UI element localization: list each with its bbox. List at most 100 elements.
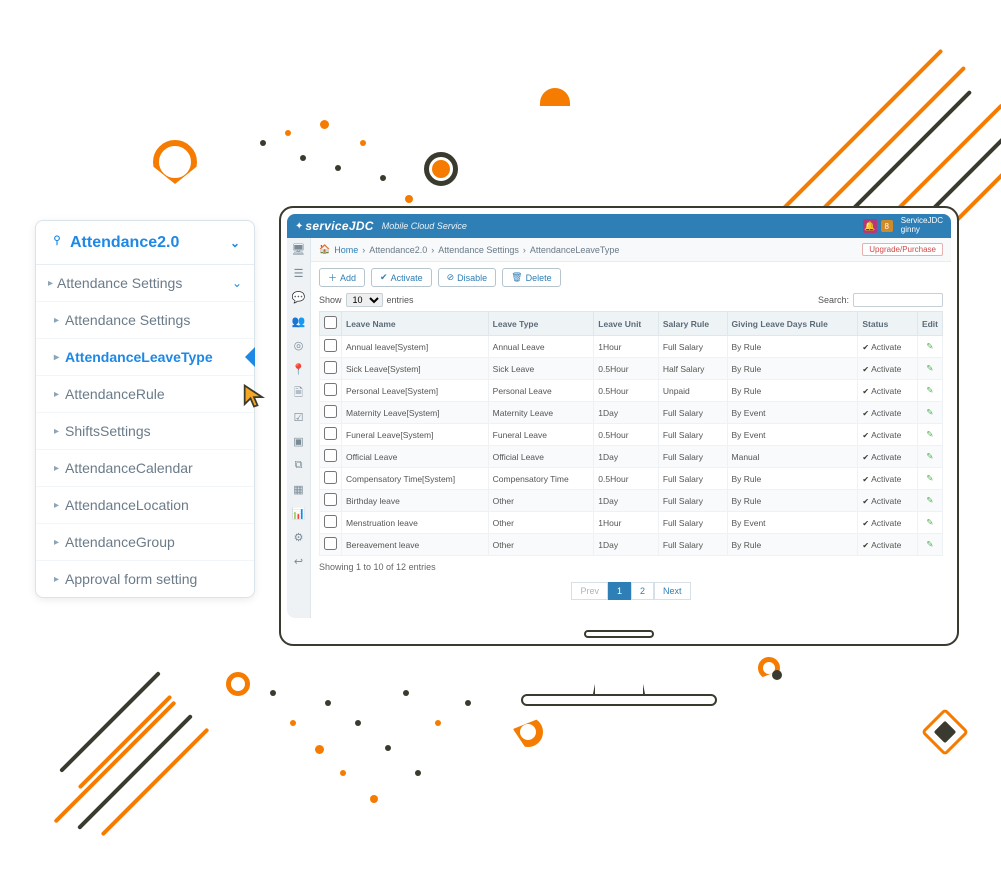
- disable-button[interactable]: ⊘Disable: [438, 268, 497, 287]
- upgrade-button[interactable]: Upgrade/Purchase: [862, 243, 943, 256]
- sidebar-item[interactable]: ▸AttendanceRule: [36, 375, 254, 412]
- col-salary[interactable]: Salary Rule: [658, 312, 727, 336]
- row-checkbox[interactable]: [324, 339, 337, 352]
- page-2[interactable]: 2: [631, 582, 654, 600]
- row-checkbox[interactable]: [324, 537, 337, 550]
- copy-icon[interactable]: ⧉: [292, 458, 306, 472]
- sidebar-root[interactable]: Attendance2.0 ⌄: [36, 221, 254, 265]
- row-checkbox[interactable]: [324, 405, 337, 418]
- row-checkbox[interactable]: [324, 493, 337, 506]
- gear-icon[interactable]: ⚙: [292, 530, 306, 544]
- entries-label: entries: [387, 295, 414, 305]
- pin-icon[interactable]: 📍: [292, 362, 306, 376]
- row-checkbox[interactable]: [324, 515, 337, 528]
- chat-icon[interactable]: 💬: [292, 290, 306, 304]
- row-checkbox[interactable]: [324, 449, 337, 462]
- table-row: Birthday leaveOther1DayFull SalaryBy Rul…: [320, 490, 943, 512]
- breadcrumb-item[interactable]: Attendance Settings: [438, 245, 519, 255]
- row-checkbox[interactable]: [324, 383, 337, 396]
- row-checkbox[interactable]: [324, 471, 337, 484]
- edit-button[interactable]: ✎: [917, 446, 942, 468]
- edit-button[interactable]: ✎: [917, 402, 942, 424]
- sidebar-item[interactable]: ▸AttendanceCalendar: [36, 449, 254, 486]
- edit-button[interactable]: ✎: [917, 468, 942, 490]
- edit-button[interactable]: ✎: [917, 380, 942, 402]
- page-1[interactable]: 1: [608, 582, 631, 600]
- list-icon[interactable]: ☰: [292, 266, 306, 280]
- col-status[interactable]: Status: [858, 312, 918, 336]
- trash-icon: 🗑: [511, 272, 522, 283]
- brand-slogan: Mobile Cloud Service: [382, 221, 467, 231]
- cell-salary: Full Salary: [658, 534, 727, 556]
- monitor-chin: [281, 624, 957, 644]
- breadcrumb-home[interactable]: Home: [334, 245, 358, 255]
- bell-icon[interactable]: 🔔: [863, 219, 877, 233]
- plus-icon: ＋: [328, 271, 337, 284]
- add-button[interactable]: ＋Add: [319, 268, 365, 287]
- search-input[interactable]: [853, 293, 943, 307]
- cell-type: Official Leave: [488, 446, 594, 468]
- user-menu[interactable]: ServiceJDC ginny: [901, 217, 943, 235]
- row-checkbox[interactable]: [324, 427, 337, 440]
- cell-status: Activate: [858, 380, 918, 402]
- doc-icon[interactable]: 🗎: [292, 386, 306, 400]
- cell-type: Other: [488, 534, 594, 556]
- page-prev[interactable]: Prev: [571, 582, 608, 600]
- pin-icon: [50, 233, 64, 252]
- box-icon[interactable]: ▣: [292, 434, 306, 448]
- users-icon[interactable]: 👥: [292, 314, 306, 328]
- sidebar-item[interactable]: ▸Attendance Settings: [36, 301, 254, 338]
- decor-dot: [340, 770, 346, 776]
- col-edit[interactable]: Edit: [917, 312, 942, 336]
- target-icon[interactable]: ◎: [292, 338, 306, 352]
- edit-button[interactable]: ✎: [917, 512, 942, 534]
- table-row: Compensatory Time[System]Compensatory Ti…: [320, 468, 943, 490]
- activate-button[interactable]: ✔Activate: [371, 268, 432, 287]
- sidebar-panel: Attendance2.0 ⌄ ▸ Attendance Settings ⌄ …: [35, 220, 255, 598]
- decor-dot: [260, 140, 266, 146]
- pagination: Prev 1 2 Next: [571, 582, 690, 600]
- breadcrumb-item[interactable]: Attendance2.0: [369, 245, 427, 255]
- logo-icon: ✦: [295, 221, 303, 232]
- check-icon[interactable]: ☑: [292, 410, 306, 424]
- edit-button[interactable]: ✎: [917, 534, 942, 556]
- col-days[interactable]: Giving Leave Days Rule: [727, 312, 858, 336]
- edit-button[interactable]: ✎: [917, 424, 942, 446]
- caret-right-icon: ▸: [54, 315, 59, 326]
- notification-count[interactable]: 8: [881, 220, 893, 232]
- monitor-frame: ✦ serviceJDC Mobile Cloud Service 🔔 8 Se…: [279, 206, 959, 646]
- cell-unit: 0.5Hour: [594, 468, 659, 490]
- decor-dot: [300, 155, 306, 161]
- select-all-checkbox[interactable]: [324, 316, 337, 329]
- sidebar-item[interactable]: ▸AttendanceGroup: [36, 523, 254, 560]
- row-checkbox[interactable]: [324, 361, 337, 374]
- sidebar-item[interactable]: ▸AttendanceLocation: [36, 486, 254, 523]
- sidebar-item[interactable]: ▸ShiftsSettings: [36, 412, 254, 449]
- cell-name: Compensatory Time[System]: [342, 468, 489, 490]
- edit-button[interactable]: ✎: [917, 358, 942, 380]
- col-name[interactable]: Leave Name: [342, 312, 489, 336]
- col-type[interactable]: Leave Type: [488, 312, 594, 336]
- sidebar-group[interactable]: ▸ Attendance Settings ⌄: [36, 265, 254, 301]
- edit-button[interactable]: ✎: [917, 336, 942, 358]
- delete-button[interactable]: 🗑Delete: [502, 268, 560, 287]
- page-size-select[interactable]: 10: [346, 293, 383, 307]
- col-unit[interactable]: Leave Unit: [594, 312, 659, 336]
- sidebar-item[interactable]: ▸AttendanceLeaveType: [36, 338, 254, 375]
- sidebar-item-label: AttendanceCalendar: [65, 460, 193, 476]
- edit-button[interactable]: ✎: [917, 490, 942, 512]
- logout-icon[interactable]: ↩: [292, 554, 306, 568]
- page-next[interactable]: Next: [654, 582, 691, 600]
- sidebar-item[interactable]: ▸Approval form setting: [36, 560, 254, 597]
- chevron-down-icon: ⌄: [230, 236, 240, 250]
- decor-dot: [270, 690, 276, 696]
- calendar-icon[interactable]: ▦: [292, 482, 306, 496]
- caret-right-icon: ▸: [54, 426, 59, 437]
- decor-dot: [465, 700, 471, 706]
- monitor-icon[interactable]: 🖥: [292, 242, 306, 256]
- cell-salary: Half Salary: [658, 358, 727, 380]
- chart-icon[interactable]: 📊: [292, 506, 306, 520]
- cell-type: Funeral Leave: [488, 424, 594, 446]
- cell-status: Activate: [858, 468, 918, 490]
- cell-salary: Full Salary: [658, 446, 727, 468]
